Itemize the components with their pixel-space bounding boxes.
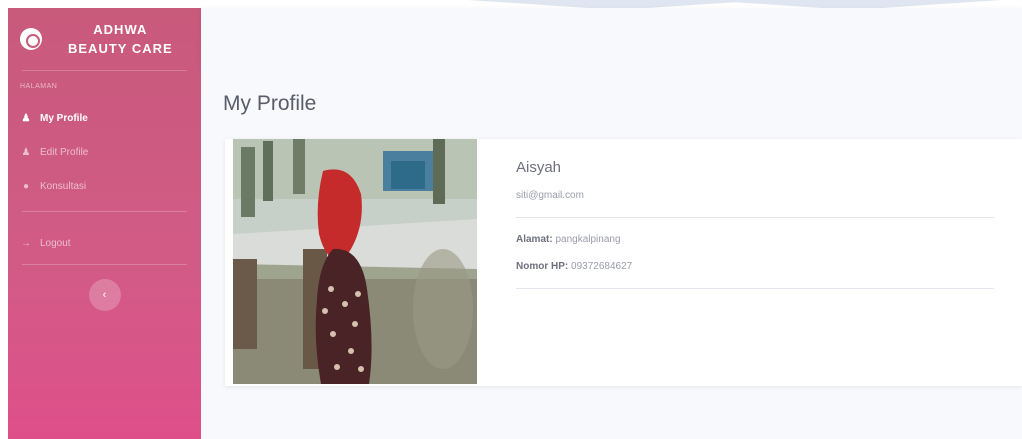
- sidebar-toggle-button[interactable]: ‹: [88, 279, 121, 311]
- flower-icon: [20, 28, 42, 50]
- chevron-left-icon: ‹: [102, 289, 107, 301]
- profile-info: Aisyah siti@gmail.com Alamat: pangkalpin…: [516, 159, 994, 305]
- sidebar-item-konsultasi[interactable]: ● Konsultasi: [8, 169, 201, 203]
- info-divider: [516, 288, 994, 289]
- profile-name: Aisyah: [516, 159, 562, 176]
- profile-card: Aisyah siti@gmail.com Alamat: pangkalpin…: [225, 139, 1022, 386]
- chat-icon: ●: [22, 180, 30, 192]
- phone-label: Nomor HP:: [516, 261, 569, 272]
- sidebar-item-logout[interactable]: → Logout: [8, 226, 201, 260]
- logout-icon: →: [21, 237, 31, 249]
- main-content: My Profile Aisyah siti@gmail.com Alamat:…: [201, 68, 1022, 439]
- sidebar: ADHWA BEAUTY CARE Halaman ♟ My Profile ♟…: [8, 8, 201, 439]
- sidebar-item-label: Edit Profile: [40, 146, 89, 158]
- address-value: pangkalpinang: [555, 234, 621, 245]
- sidebar-item-edit-profile[interactable]: ♟ Edit Profile: [8, 135, 201, 169]
- profile-phone: Nomor HP: 09372684627: [516, 261, 994, 272]
- profile-photo: [233, 139, 477, 384]
- topbar: [201, 8, 1022, 68]
- brand-name: ADHWA BEAUTY CARE: [68, 20, 173, 58]
- profile-email: siti@gmail.com: [516, 190, 584, 201]
- user-icon: ♟: [21, 112, 31, 124]
- phone-value: 09372684627: [571, 261, 633, 272]
- sidebar-item-my-profile[interactable]: ♟ My Profile: [8, 101, 201, 135]
- brand[interactable]: ADHWA BEAUTY CARE: [8, 8, 201, 70]
- info-divider: [516, 217, 994, 218]
- brand-line-2: BEAUTY CARE: [68, 41, 173, 56]
- user-edit-icon: ♟: [21, 146, 31, 158]
- sidebar-divider: [22, 264, 187, 265]
- sidebar-item-label: Logout: [40, 237, 71, 249]
- sidebar-item-label: Konsultasi: [40, 180, 87, 192]
- profile-photo-image: [233, 139, 477, 384]
- brand-line-1: ADHWA: [93, 22, 148, 37]
- sidebar-item-label: My Profile: [40, 112, 88, 124]
- sidebar-heading: Halaman: [20, 83, 58, 90]
- page-title: My Profile: [223, 92, 317, 115]
- page: ADHWA BEAUTY CARE Halaman ♟ My Profile ♟…: [0, 0, 1022, 439]
- address-label: Alamat:: [516, 234, 553, 245]
- profile-address: Alamat: pangkalpinang: [516, 234, 994, 245]
